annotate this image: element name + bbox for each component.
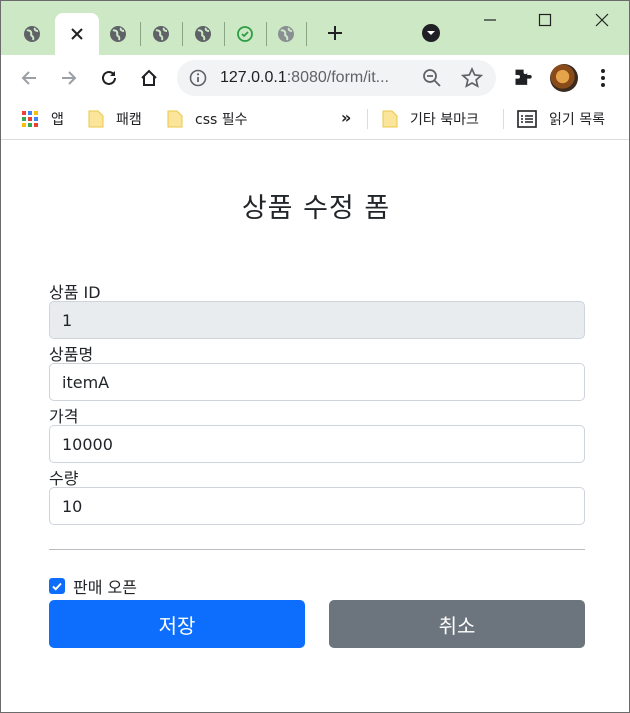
url-host: 127.0.0.1 <box>220 69 287 86</box>
url-text[interactable]: 127.0.0.1:8080/form/it... <box>220 69 389 87</box>
tab-5[interactable] <box>182 13 224 55</box>
info-icon[interactable] <box>189 69 207 87</box>
open-checkbox[interactable] <box>49 578 65 594</box>
tab-active[interactable] <box>55 13 99 55</box>
home-icon <box>141 69 157 86</box>
bookmark-other[interactable]: 기타 북마크 <box>382 107 479 131</box>
reading-list-button[interactable]: 읽기 목록 <box>517 107 605 131</box>
star-icon[interactable] <box>461 67 483 89</box>
page-content: 상품 수정 폼 상품 ID 상품명 가격 수량 판매 오픈 저장 취소 <box>1 141 629 712</box>
globe-icon <box>278 26 294 42</box>
globe-icon <box>110 26 126 42</box>
open-checkbox-label[interactable]: 판매 오픈 <box>73 574 137 598</box>
arrow-right-icon <box>62 71 77 85</box>
field-label-quantity: 수량 <box>49 469 79 488</box>
maximize-button[interactable] <box>532 9 558 31</box>
field-label-id: 상품 ID <box>49 283 101 302</box>
tab-search-icon[interactable] <box>421 23 441 43</box>
field-label-price: 가격 <box>49 407 79 426</box>
apps-grid-icon <box>22 111 38 127</box>
save-button[interactable]: 저장 <box>49 600 305 648</box>
bookmark-separator <box>367 109 368 129</box>
tab-3[interactable] <box>97 13 139 55</box>
green-refresh-icon <box>237 26 253 42</box>
globe-icon <box>153 26 169 42</box>
tab-7[interactable] <box>266 13 306 55</box>
price-input[interactable] <box>49 425 585 463</box>
reading-list-icon <box>517 110 537 128</box>
close-icon[interactable] <box>70 27 84 41</box>
zoom-out-icon[interactable] <box>422 68 442 88</box>
tab-6[interactable] <box>224 13 266 55</box>
reload-button[interactable] <box>96 65 122 91</box>
tab-separator <box>306 22 307 46</box>
browser-toolbar: 127.0.0.1:8080/form/it... <box>1 55 629 101</box>
globe-icon <box>195 26 211 42</box>
maximize-icon <box>538 13 552 27</box>
bookmark-separator <box>503 109 504 129</box>
close-window-button[interactable] <box>589 9 615 31</box>
quantity-input[interactable] <box>49 487 585 525</box>
bookmark-folder-1[interactable]: 패캠 <box>88 107 142 131</box>
open-checkbox-row[interactable]: 판매 오픈 <box>49 574 137 598</box>
reload-icon <box>102 70 116 85</box>
bookmark-label: css 필수 <box>195 112 248 128</box>
item-name-input[interactable] <box>49 363 585 401</box>
tab-4[interactable] <box>140 13 182 55</box>
tab-strip <box>1 1 629 55</box>
new-tab-button[interactable] <box>323 21 347 45</box>
divider <box>49 549 585 550</box>
folder-icon <box>167 110 183 128</box>
back-button[interactable] <box>16 65 42 91</box>
cancel-button[interactable]: 취소 <box>329 600 585 648</box>
home-button[interactable] <box>136 65 162 91</box>
bookmarks-bar: 앱 패캠 css 필수 » 기타 북마크 읽기 목록 <box>1 101 629 140</box>
close-window-icon <box>595 13 609 27</box>
tab-1[interactable] <box>11 13 53 55</box>
globe-icon <box>24 26 40 42</box>
bookmark-label: 앱 <box>51 112 64 128</box>
url-path: :8080/form/it... <box>286 69 389 86</box>
bookmark-label: 읽기 목록 <box>549 112 605 128</box>
address-bar[interactable]: 127.0.0.1:8080/form/it... <box>177 60 496 96</box>
forward-button[interactable] <box>56 65 82 91</box>
more-vert-icon[interactable] <box>592 66 614 90</box>
browser-window: 127.0.0.1:8080/form/it... 앱 패캠 css 필수 » <box>0 0 630 713</box>
folder-icon <box>382 110 398 128</box>
bookmark-folder-2[interactable]: css 필수 <box>167 107 248 131</box>
bookmark-label: 패캠 <box>116 112 142 128</box>
page-title: 상품 수정 폼 <box>241 193 391 224</box>
folder-icon <box>88 110 104 128</box>
puzzle-icon[interactable] <box>511 66 535 90</box>
check-icon <box>52 582 62 591</box>
bookmark-apps[interactable]: 앱 <box>21 107 64 131</box>
minimize-icon <box>484 19 496 21</box>
minimize-button[interactable] <box>477 9 503 31</box>
arrow-left-icon <box>21 71 36 85</box>
bookmark-label: 기타 북마크 <box>410 112 479 128</box>
item-id-input[interactable] <box>49 301 585 339</box>
profile-avatar[interactable] <box>550 64 578 92</box>
plus-icon <box>328 26 342 40</box>
bookmarks-overflow-button[interactable]: » <box>341 108 351 127</box>
field-label-name: 상품명 <box>49 345 94 364</box>
